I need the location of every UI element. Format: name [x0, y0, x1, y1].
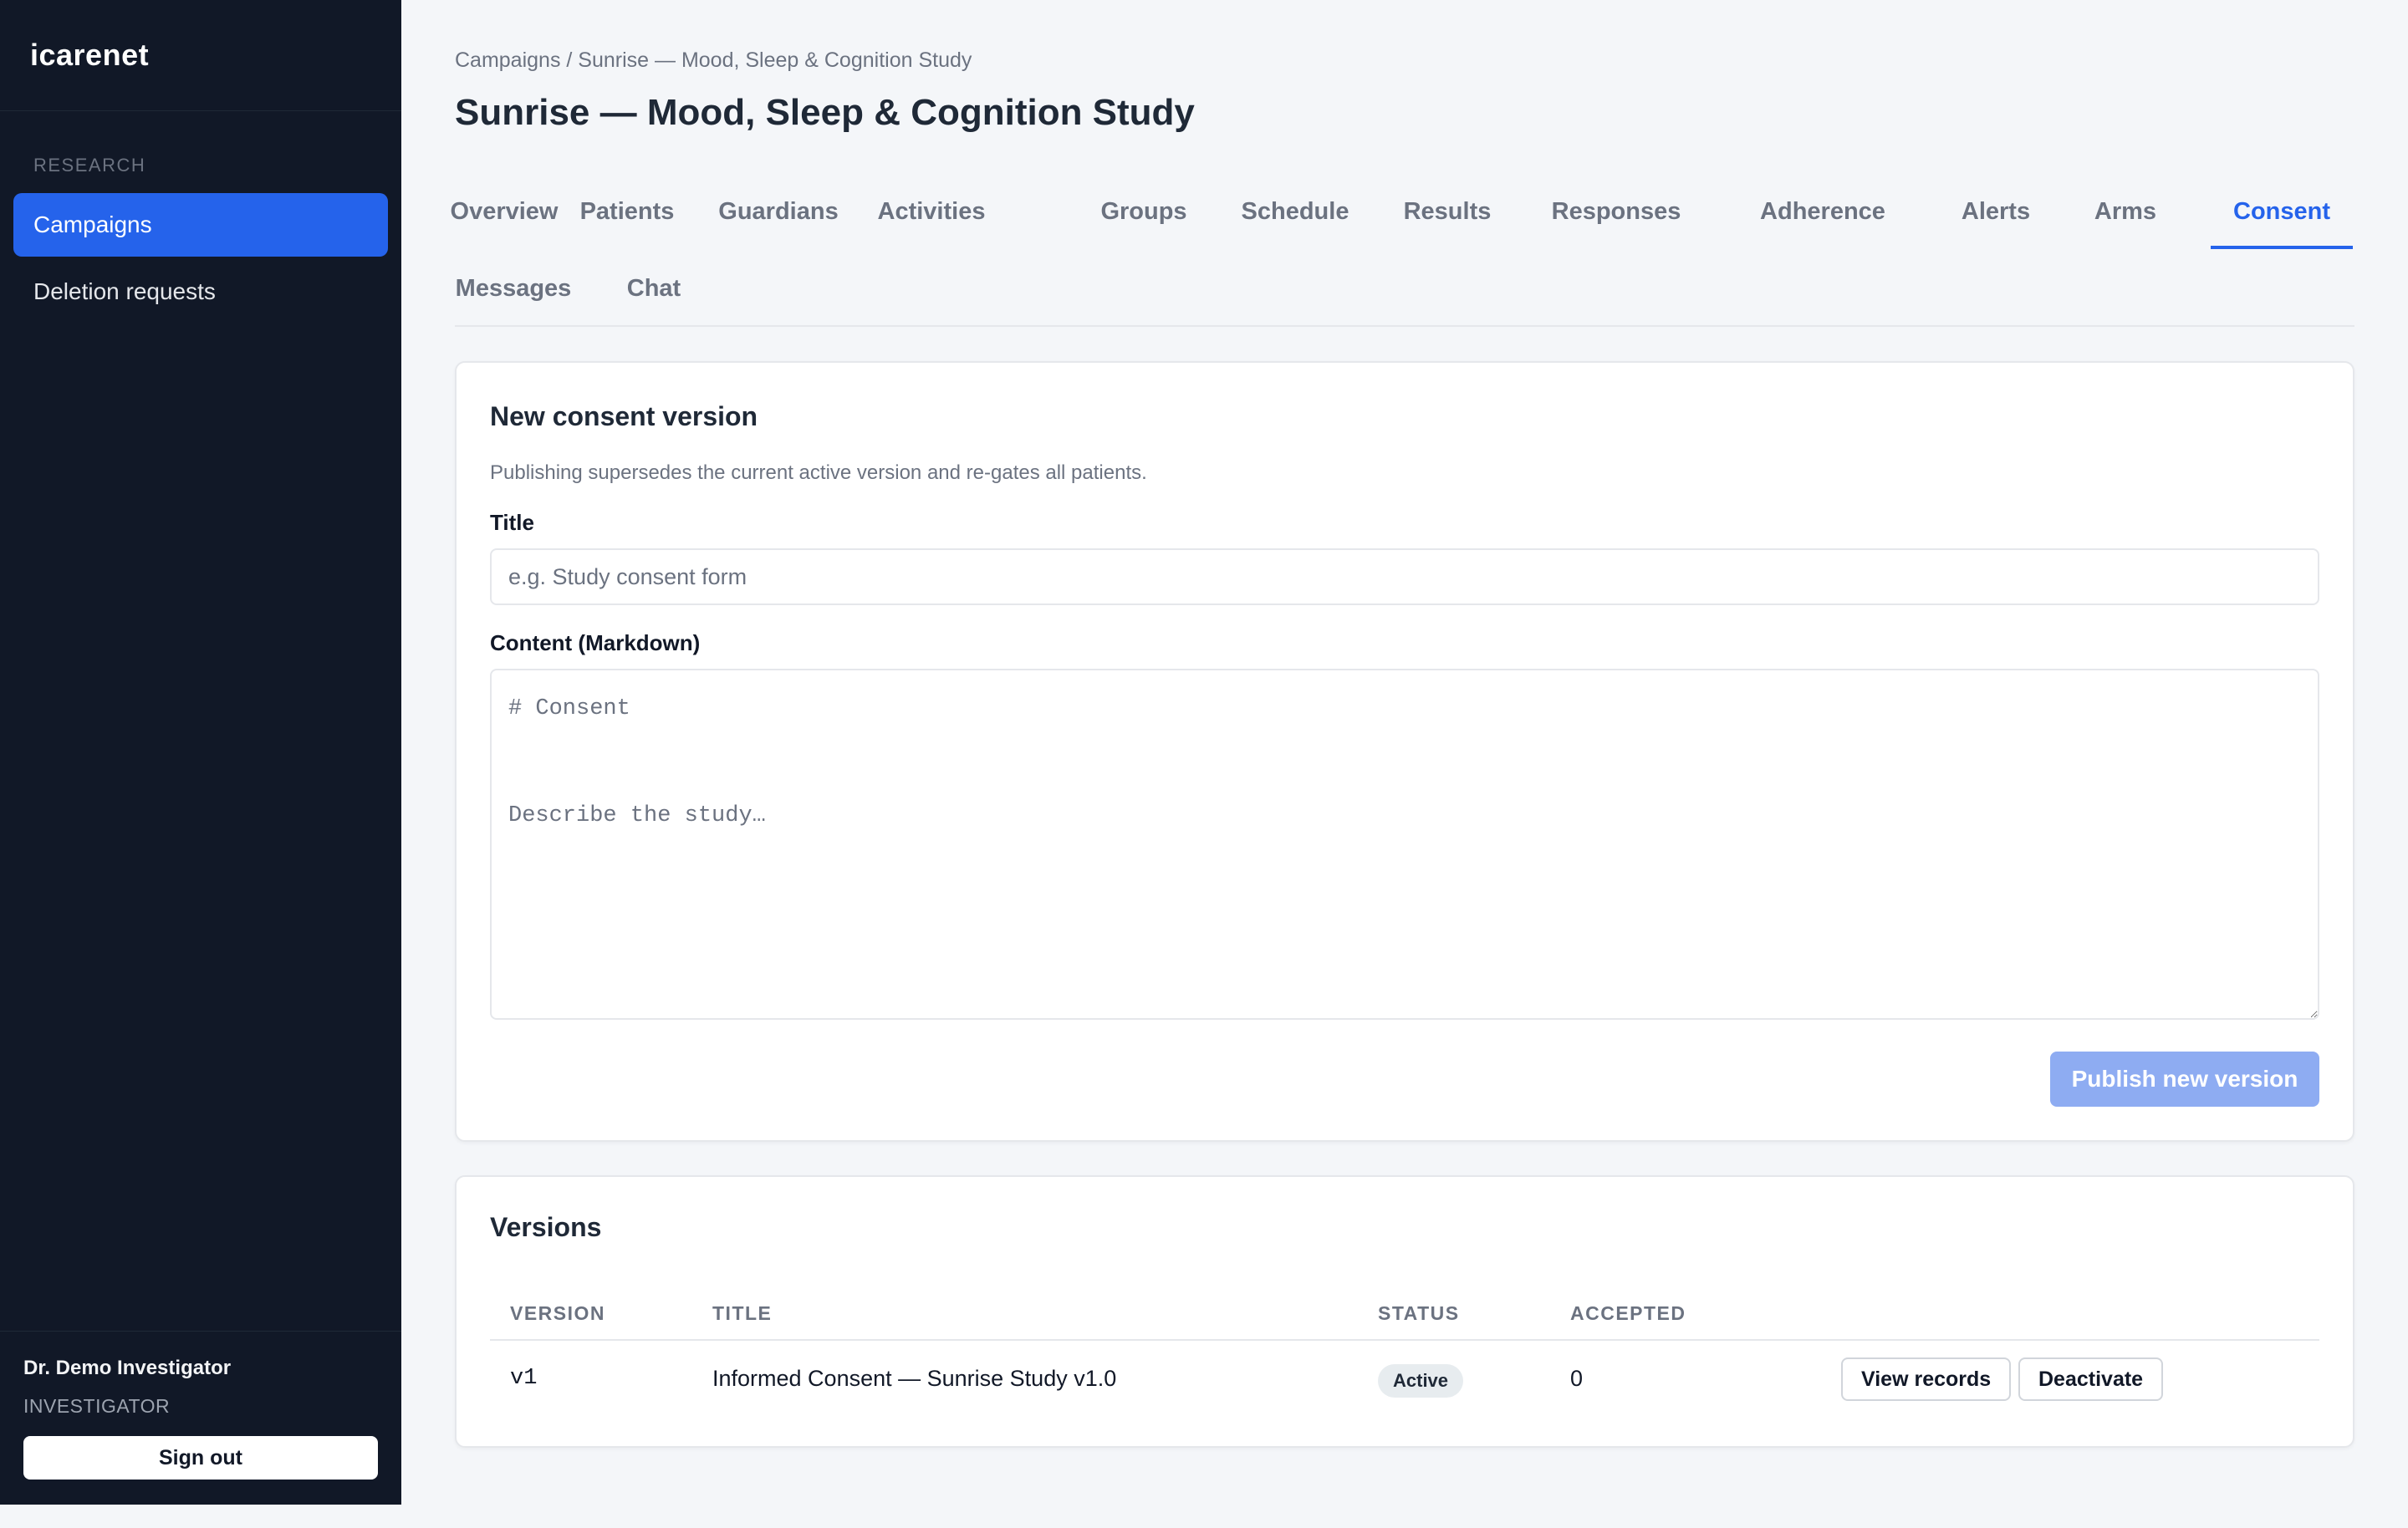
tab-alerts[interactable]: Alerts	[1950, 174, 2042, 249]
content-markdown-input[interactable]	[490, 669, 2319, 1020]
tab-messages[interactable]: Messages	[455, 251, 572, 326]
column-header-status: STATUS	[1378, 1302, 1460, 1324]
sidebar-user-panel: Dr. Demo Investigator INVESTIGATOR Sign …	[0, 1331, 401, 1505]
new-consent-description: Publishing supersedes the current active…	[490, 461, 1147, 484]
sidebar-item-deletion-requests[interactable]: Deletion requests	[13, 260, 388, 323]
tab-bar: Overview Patients Guardians Activities G…	[451, 174, 2354, 327]
tab-schedule[interactable]: Schedule	[1241, 174, 1349, 249]
tab-chat[interactable]: Chat	[622, 251, 686, 326]
brand-logo: icarenet	[0, 0, 401, 111]
new-consent-heading: New consent version	[490, 401, 758, 431]
tab-patients[interactable]: Patients	[577, 174, 677, 249]
tab-activities[interactable]: Activities	[875, 174, 988, 249]
version-cell: v1	[510, 1366, 538, 1391]
page-title: Sunrise — Mood, Sleep & Cognition Study	[455, 92, 1195, 133]
user-role: INVESTIGATOR	[23, 1395, 171, 1417]
column-header-title: TITLE	[712, 1302, 773, 1324]
view-records-button[interactable]: View records	[1841, 1357, 2012, 1401]
status-badge: Active	[1378, 1364, 1464, 1398]
sidebar-nav: Campaigns Deletion requests	[0, 193, 401, 323]
nav-section-label: RESEARCH	[33, 155, 146, 176]
versions-heading: Versions	[490, 1212, 602, 1242]
title-label: Title	[490, 510, 534, 535]
content-label: Content (Markdown)	[490, 630, 701, 655]
tab-adherence[interactable]: Adherence	[1746, 174, 1900, 249]
tab-consent[interactable]: Consent	[2211, 174, 2353, 249]
tab-responses[interactable]: Responses	[1537, 174, 1696, 249]
tab-results[interactable]: Results	[1401, 174, 1493, 249]
tab-groups[interactable]: Groups	[1099, 174, 1189, 249]
breadcrumb: Campaigns / Sunrise — Mood, Sleep & Cogn…	[455, 48, 972, 72]
tab-overview[interactable]: Overview	[451, 174, 559, 249]
sign-out-button[interactable]: Sign out	[23, 1436, 378, 1480]
app-root: icarenet RESEARCH Campaigns Deletion req…	[0, 0, 2408, 1528]
table-row: v1 Informed Consent — Sunrise Study v1.0…	[490, 1341, 2319, 1416]
title-cell: Informed Consent — Sunrise Study v1.0	[712, 1366, 1117, 1391]
tab-guardians[interactable]: Guardians	[718, 174, 838, 249]
deactivate-button[interactable]: Deactivate	[2018, 1357, 2164, 1401]
versions-table-header: VERSION TITLE STATUS ACCEPTED	[490, 1284, 2319, 1341]
versions-card: Versions VERSION TITLE STATUS ACCEPTED v…	[455, 1175, 2354, 1448]
tab-arms[interactable]: Arms	[2089, 174, 2162, 249]
publish-new-version-button[interactable]: Publish new version	[2050, 1052, 2319, 1107]
accepted-cell: 0	[1570, 1366, 1584, 1391]
new-consent-card: New consent version Publishing supersede…	[455, 361, 2354, 1142]
sidebar: icarenet RESEARCH Campaigns Deletion req…	[0, 0, 401, 1505]
column-header-accepted: ACCEPTED	[1570, 1302, 1686, 1324]
column-header-version: VERSION	[510, 1302, 606, 1324]
title-input[interactable]	[490, 548, 2319, 605]
user-name: Dr. Demo Investigator	[23, 1357, 232, 1379]
sidebar-item-campaigns[interactable]: Campaigns	[13, 193, 388, 257]
